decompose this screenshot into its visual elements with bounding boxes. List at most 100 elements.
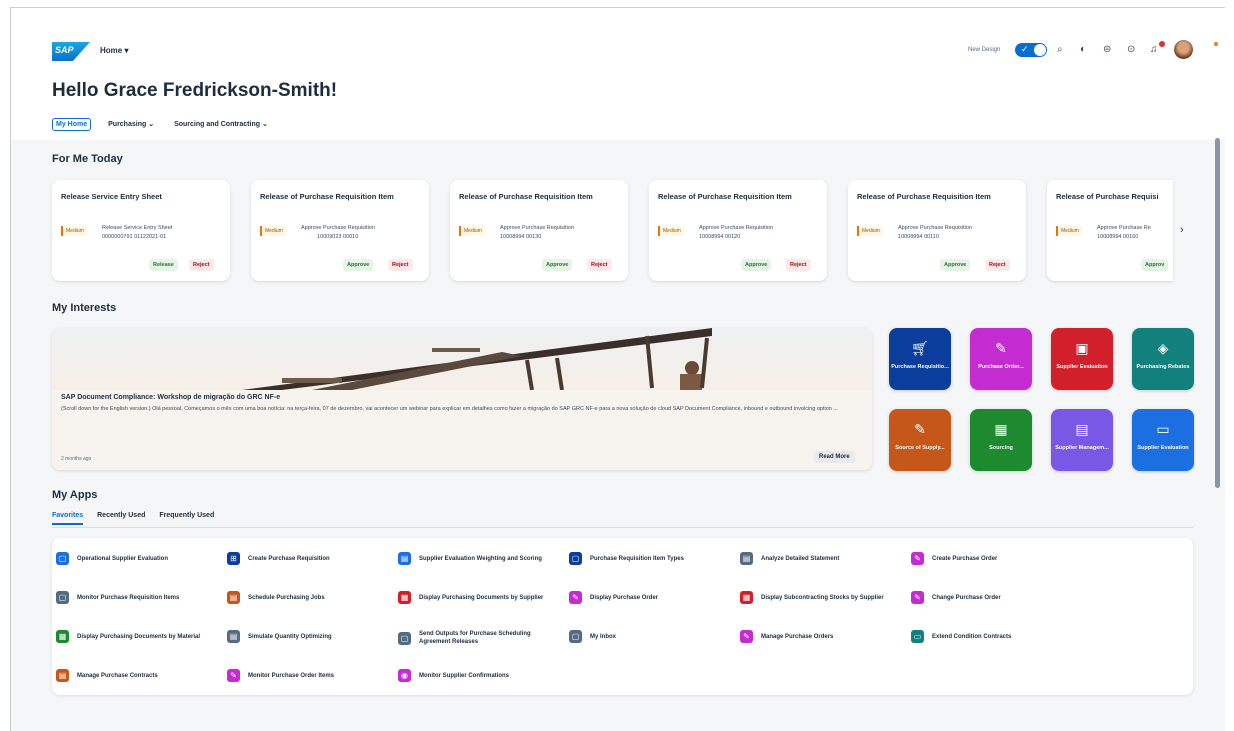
tab-my-home[interactable]: My Home <box>52 118 92 131</box>
tile-source-of-supply[interactable]: ✎ Source of Supply... <box>889 409 951 471</box>
reject-button[interactable]: Reject <box>587 259 612 271</box>
task-title: Release of Purchase Requisition Item <box>658 192 792 201</box>
reject-button[interactable]: Reject <box>189 259 214 271</box>
tile-purchasing-rebates[interactable]: ◈ Purchasing Rebates <box>1132 328 1194 390</box>
notification-center-icon[interactable]: ⊜ <box>1103 44 1111 55</box>
task-title: Release of Purchase Requisi <box>1056 192 1159 201</box>
sap-logo[interactable]: SAP <box>52 42 90 61</box>
app-display-purchasing-docs-by-material[interactable]: ▦ Display Purchasing Documents by Materia… <box>56 630 207 643</box>
document-icon: ▢ <box>569 552 582 565</box>
app-monitor-purchase-order-items[interactable]: ✎ Monitor Purchase Order Items <box>227 669 378 682</box>
chevron-right-icon[interactable]: › <box>1180 224 1184 236</box>
document-icon: ▢ <box>398 631 411 645</box>
task-desc-line2: 10008994 00130 <box>500 234 542 240</box>
tab-favorites[interactable]: Favorites <box>52 512 84 525</box>
app-monitor-supplier-confirmations[interactable]: ◉ Monitor Supplier Confirmations <box>398 669 549 682</box>
tile-supplier-evaluation[interactable]: ▣ Supplier Evaluation <box>1051 328 1113 390</box>
new-design-toggle[interactable]: ✓ <box>1015 43 1047 57</box>
reject-button[interactable]: Reject <box>388 259 413 271</box>
app-label: Simulate Quantity Optimizing <box>248 633 332 640</box>
app-manage-purchase-contracts[interactable]: ▤ Manage Purchase Contracts <box>56 669 207 682</box>
evaluation-icon: ▣ <box>1075 340 1089 356</box>
app-label: Schedule Purchasing Jobs <box>248 594 325 601</box>
tile-sourcing[interactable]: ▦ Sourcing <box>970 409 1032 471</box>
tile-supplier-evaluation-2[interactable]: ▭ Supplier Evaluation <box>1132 409 1194 471</box>
my-apps-title: My Apps <box>52 489 98 501</box>
bell-icon[interactable]: ♫ <box>1150 44 1158 55</box>
app-send-outputs-scheduling-agreements[interactable]: ▢ Send Outputs for Purchase Scheduling Ag… <box>398 630 549 646</box>
table-icon: ▦ <box>398 591 411 604</box>
tab-frequently-used[interactable]: Frequently Used <box>159 512 214 525</box>
help-icon[interactable]: ⊙ <box>1127 44 1135 55</box>
tile-purchase-requisition[interactable]: 🛒︎ Purchase Requisitio... <box>889 328 951 390</box>
app-display-purchasing-docs-by-supplier[interactable]: ▦ Display Purchasing Documents by Supplie… <box>398 591 549 604</box>
app-label: My Inbox <box>590 633 617 640</box>
task-card[interactable]: Release of Purchase Requisition Item Med… <box>649 180 827 281</box>
app-extend-condition-contracts[interactable]: ▭ Extend Condition Contracts <box>911 630 1062 643</box>
approve-button[interactable]: Approve <box>542 259 573 271</box>
app-supplier-evaluation-weighting[interactable]: ▤ Supplier Evaluation Weighting and Scori… <box>398 552 549 565</box>
task-description: Approve Purchase Requisition 10009023 000… <box>301 224 375 242</box>
read-more-button[interactable]: Read More <box>814 451 855 463</box>
tile-label: Supplier Evaluation <box>1056 364 1108 370</box>
task-description: Release Service Entry Sheet 0000000791 01… <box>102 224 172 242</box>
copilot-icon[interactable]: ◐ <box>1080 44 1086 55</box>
tile-label: Purchase Order... <box>978 364 1024 370</box>
reject-button[interactable]: Reject <box>786 259 811 271</box>
tab-purchasing[interactable]: Purchasing ⌄ <box>105 118 157 131</box>
reject-button[interactable]: Reject <box>985 259 1010 271</box>
app-manage-purchase-orders[interactable]: ✎ Manage Purchase Orders <box>740 630 891 643</box>
task-title: Release of Purchase Requisition Item <box>857 192 991 201</box>
task-desc-line1: Approve Purchase Requisition <box>500 225 574 231</box>
approve-button[interactable]: Approv <box>1141 259 1169 271</box>
app-monitor-purchase-requisition-items[interactable]: ▢ Monitor Purchase Requisition Items <box>56 591 207 604</box>
app-label: Display Purchasing Documents by Supplier <box>419 594 544 601</box>
app-schedule-purchasing-jobs[interactable]: ▤ Schedule Purchasing Jobs <box>227 591 378 604</box>
tile-label: Purchase Requisitio... <box>891 364 949 370</box>
task-card[interactable]: Release of Purchase Requisi Medium Appro… <box>1047 180 1173 281</box>
task-card[interactable]: Release Service Entry Sheet Medium Relea… <box>52 180 230 281</box>
app-create-purchase-requisition[interactable]: ⊞ Create Purchase Requisition <box>227 552 378 565</box>
task-card[interactable]: Release of Purchase Requisition Item Med… <box>251 180 429 281</box>
tile-supplier-management[interactable]: ▤ Supplier Managem... <box>1051 409 1113 471</box>
app-label: Change Purchase Order <box>932 594 1001 601</box>
release-button[interactable]: Release <box>149 259 178 271</box>
news-card[interactable]: SAP Document Compliance: Workshop de mig… <box>52 328 872 470</box>
news-text: (Scroll down for the English version.) O… <box>61 406 838 412</box>
app-create-purchase-order[interactable]: ✎ Create Purchase Order <box>911 552 1062 565</box>
home-menu-button[interactable]: Home ▾ <box>100 46 128 55</box>
edit-document-icon: ✎ <box>569 591 582 604</box>
app-label: Extend Condition Contracts <box>932 633 1012 640</box>
app-operational-supplier-evaluation[interactable]: ▢ Operational Supplier Evaluation <box>56 552 207 565</box>
tab-recently-used[interactable]: Recently Used <box>97 512 145 525</box>
priority-badge: Medium <box>61 226 87 236</box>
app-simulate-quantity-optimizing[interactable]: ▤ Simulate Quantity Optimizing <box>227 630 378 643</box>
app-label: Manage Purchase Orders <box>761 633 834 640</box>
task-card[interactable]: Release of Purchase Requisition Item Med… <box>450 180 628 281</box>
app-display-subcontracting-stocks[interactable]: ▦ Display Subcontracting Stocks by Suppli… <box>740 591 891 604</box>
app-my-inbox[interactable]: ▢ My Inbox <box>569 630 720 643</box>
approve-button[interactable]: Approve <box>741 259 772 271</box>
contract-icon: ▭ <box>911 630 924 643</box>
document-icon: ▢ <box>56 552 69 565</box>
task-desc-line1: Approve Purchase Requisition <box>699 225 773 231</box>
approve-button[interactable]: Approve <box>940 259 971 271</box>
priority-badge: Medium <box>260 226 286 236</box>
tile-purchase-order[interactable]: ✎ Purchase Order... <box>970 328 1032 390</box>
avatar[interactable] <box>1174 40 1193 59</box>
app-analyze-detailed-statement[interactable]: ▤ Analyze Detailed Statement <box>740 552 891 565</box>
for-me-today-title: For Me Today <box>52 153 123 165</box>
app-purchase-requisition-item-types[interactable]: ▢ Purchase Requisition Item Types <box>569 552 720 565</box>
tab-sourcing-contracting[interactable]: Sourcing and Contracting ⌄ <box>171 118 271 131</box>
task-card[interactable]: Release of Purchase Requisition Item Med… <box>848 180 1026 281</box>
app-display-purchase-order[interactable]: ✎ Display Purchase Order <box>569 591 720 604</box>
document-icon: ▢ <box>56 591 69 604</box>
apps-panel: ▢ Operational Supplier Evaluation ⊞ Create… <box>52 538 1193 695</box>
app-change-purchase-order[interactable]: ✎ Change Purchase Order <box>911 591 1062 604</box>
toggle-knob <box>1034 44 1046 56</box>
monitor-icon: ▤ <box>1075 421 1089 437</box>
approve-button[interactable]: Approve <box>343 259 374 271</box>
page-scrollbar[interactable] <box>1215 138 1220 488</box>
search-icon[interactable]: ⌕ <box>1057 44 1063 55</box>
my-apps-tabs: Favorites Recently Used Frequently Used <box>52 512 214 525</box>
